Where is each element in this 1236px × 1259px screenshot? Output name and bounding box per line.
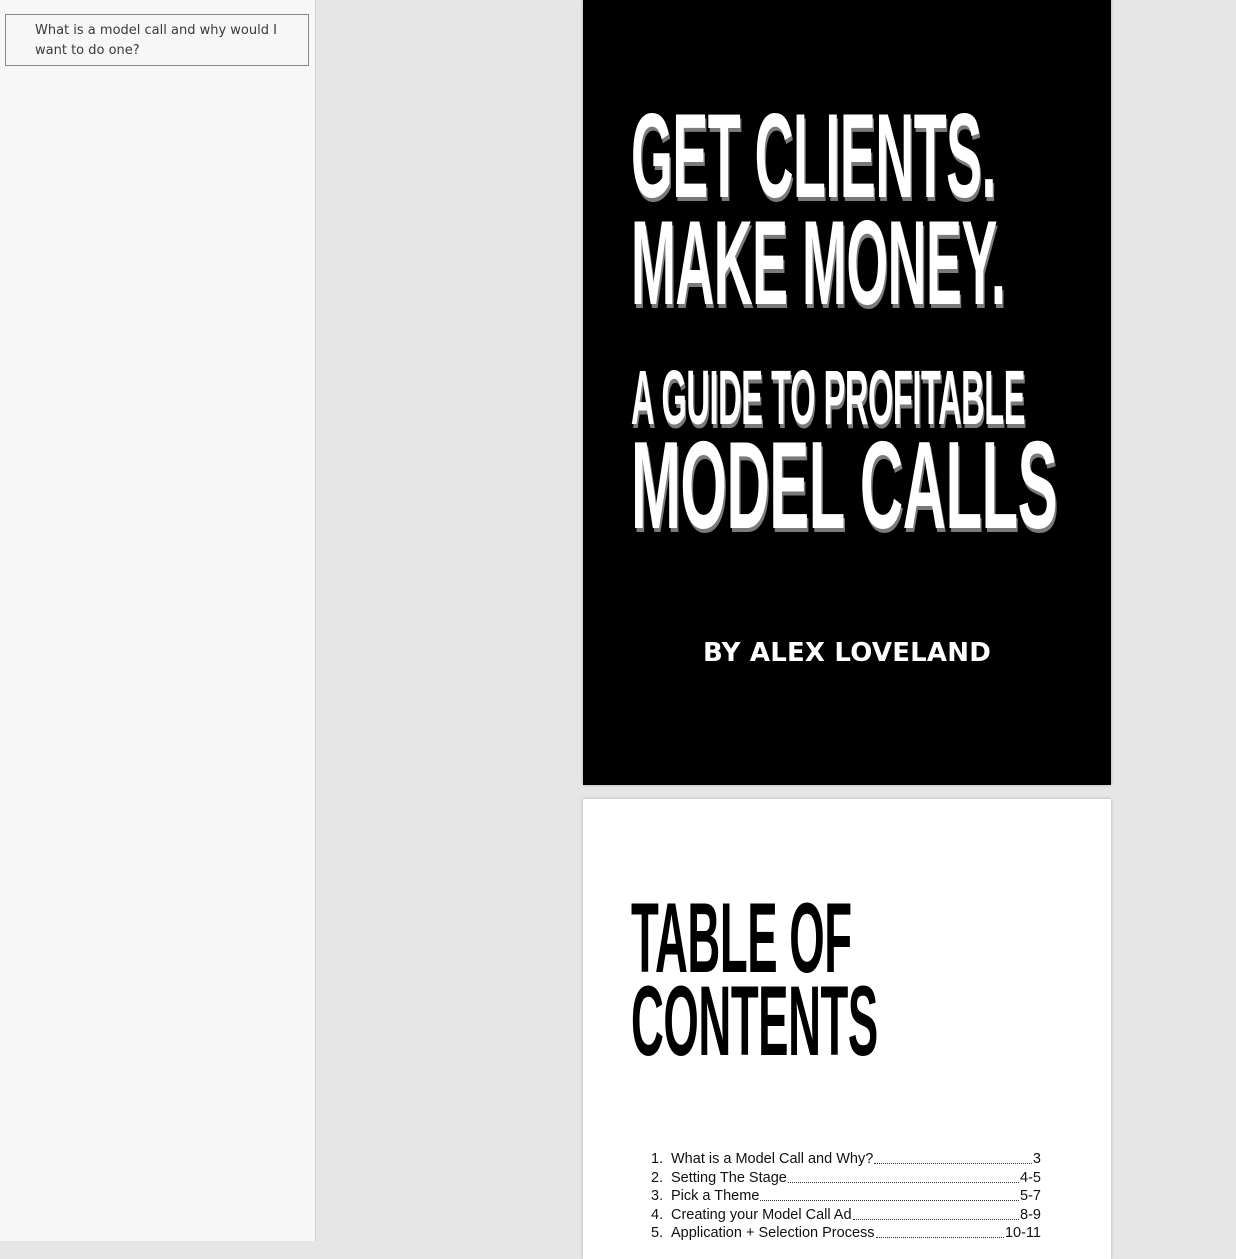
toc-heading-line2: CONTENTS: [631, 965, 878, 1076]
toc-dot-leader: [760, 1187, 1020, 1202]
toc-entry[interactable]: 1. What is a Model Call and Why? 3: [651, 1150, 1041, 1169]
toc-entry-title: Application + Selection Process: [671, 1225, 875, 1242]
toc-dot-leader: [874, 1150, 1032, 1164]
toc-entry-number: 4.: [651, 1206, 664, 1223]
toc-entry-title: Creating your Model Call Ad: [671, 1206, 852, 1223]
toc-entry-title: What is a Model Call and Why?: [671, 1151, 874, 1167]
toc-entry-page: 4-5: [1020, 1169, 1041, 1186]
toc-entry-page: 10-11: [1004, 1225, 1041, 1242]
toc-entry-page: 3: [1032, 1151, 1041, 1167]
toc-dot-leader: [875, 1224, 1004, 1239]
toc-entry-title: Setting The Stage: [671, 1169, 787, 1186]
toc-dot-leader: [852, 1206, 1020, 1220]
toc-entry[interactable]: 4. Creating your Model Call Ad 8-9: [651, 1206, 1041, 1225]
toc-entry-title: Pick a Theme: [671, 1188, 760, 1205]
cover-subtitle-line2: MODEL CALLS: [631, 417, 1058, 555]
document-viewer[interactable]: GET CLIENTS. MAKE MONEY. A GUIDE TO PROF…: [317, 0, 1236, 1259]
toc-entry-number: 5.: [651, 1225, 664, 1242]
outline-item-model-call[interactable]: What is a model call and why would I wan…: [5, 14, 309, 66]
toc-entry[interactable]: 5. Application + Selection Process 10-11: [651, 1224, 1041, 1243]
toc-dot-leader: [787, 1169, 1020, 1183]
toc-list: 1. What is a Model Call and Why? 3 2. Se…: [651, 1150, 1041, 1243]
toc-entry[interactable]: 2. Setting The Stage 4-5: [651, 1169, 1041, 1188]
cover-page: GET CLIENTS. MAKE MONEY. A GUIDE TO PROF…: [583, 0, 1111, 785]
cover-author: BY ALEX LOVELAND: [703, 638, 991, 668]
cover-title-line2: MAKE MONEY.: [631, 196, 1006, 330]
toc-entry-page: 8-9: [1020, 1206, 1041, 1223]
toc-entry-number: 3.: [651, 1188, 664, 1205]
toc-entry-number: 2.: [651, 1169, 664, 1186]
outline-sidebar: What is a model call and why would I wan…: [0, 0, 316, 1241]
toc-page: TABLE OF CONTENTS 1. What is a Model Cal…: [583, 799, 1111, 1259]
toc-entry[interactable]: 3. Pick a Theme 5-7: [651, 1187, 1041, 1206]
toc-entry-page: 5-7: [1020, 1188, 1041, 1205]
toc-entry-number: 1.: [651, 1151, 664, 1167]
